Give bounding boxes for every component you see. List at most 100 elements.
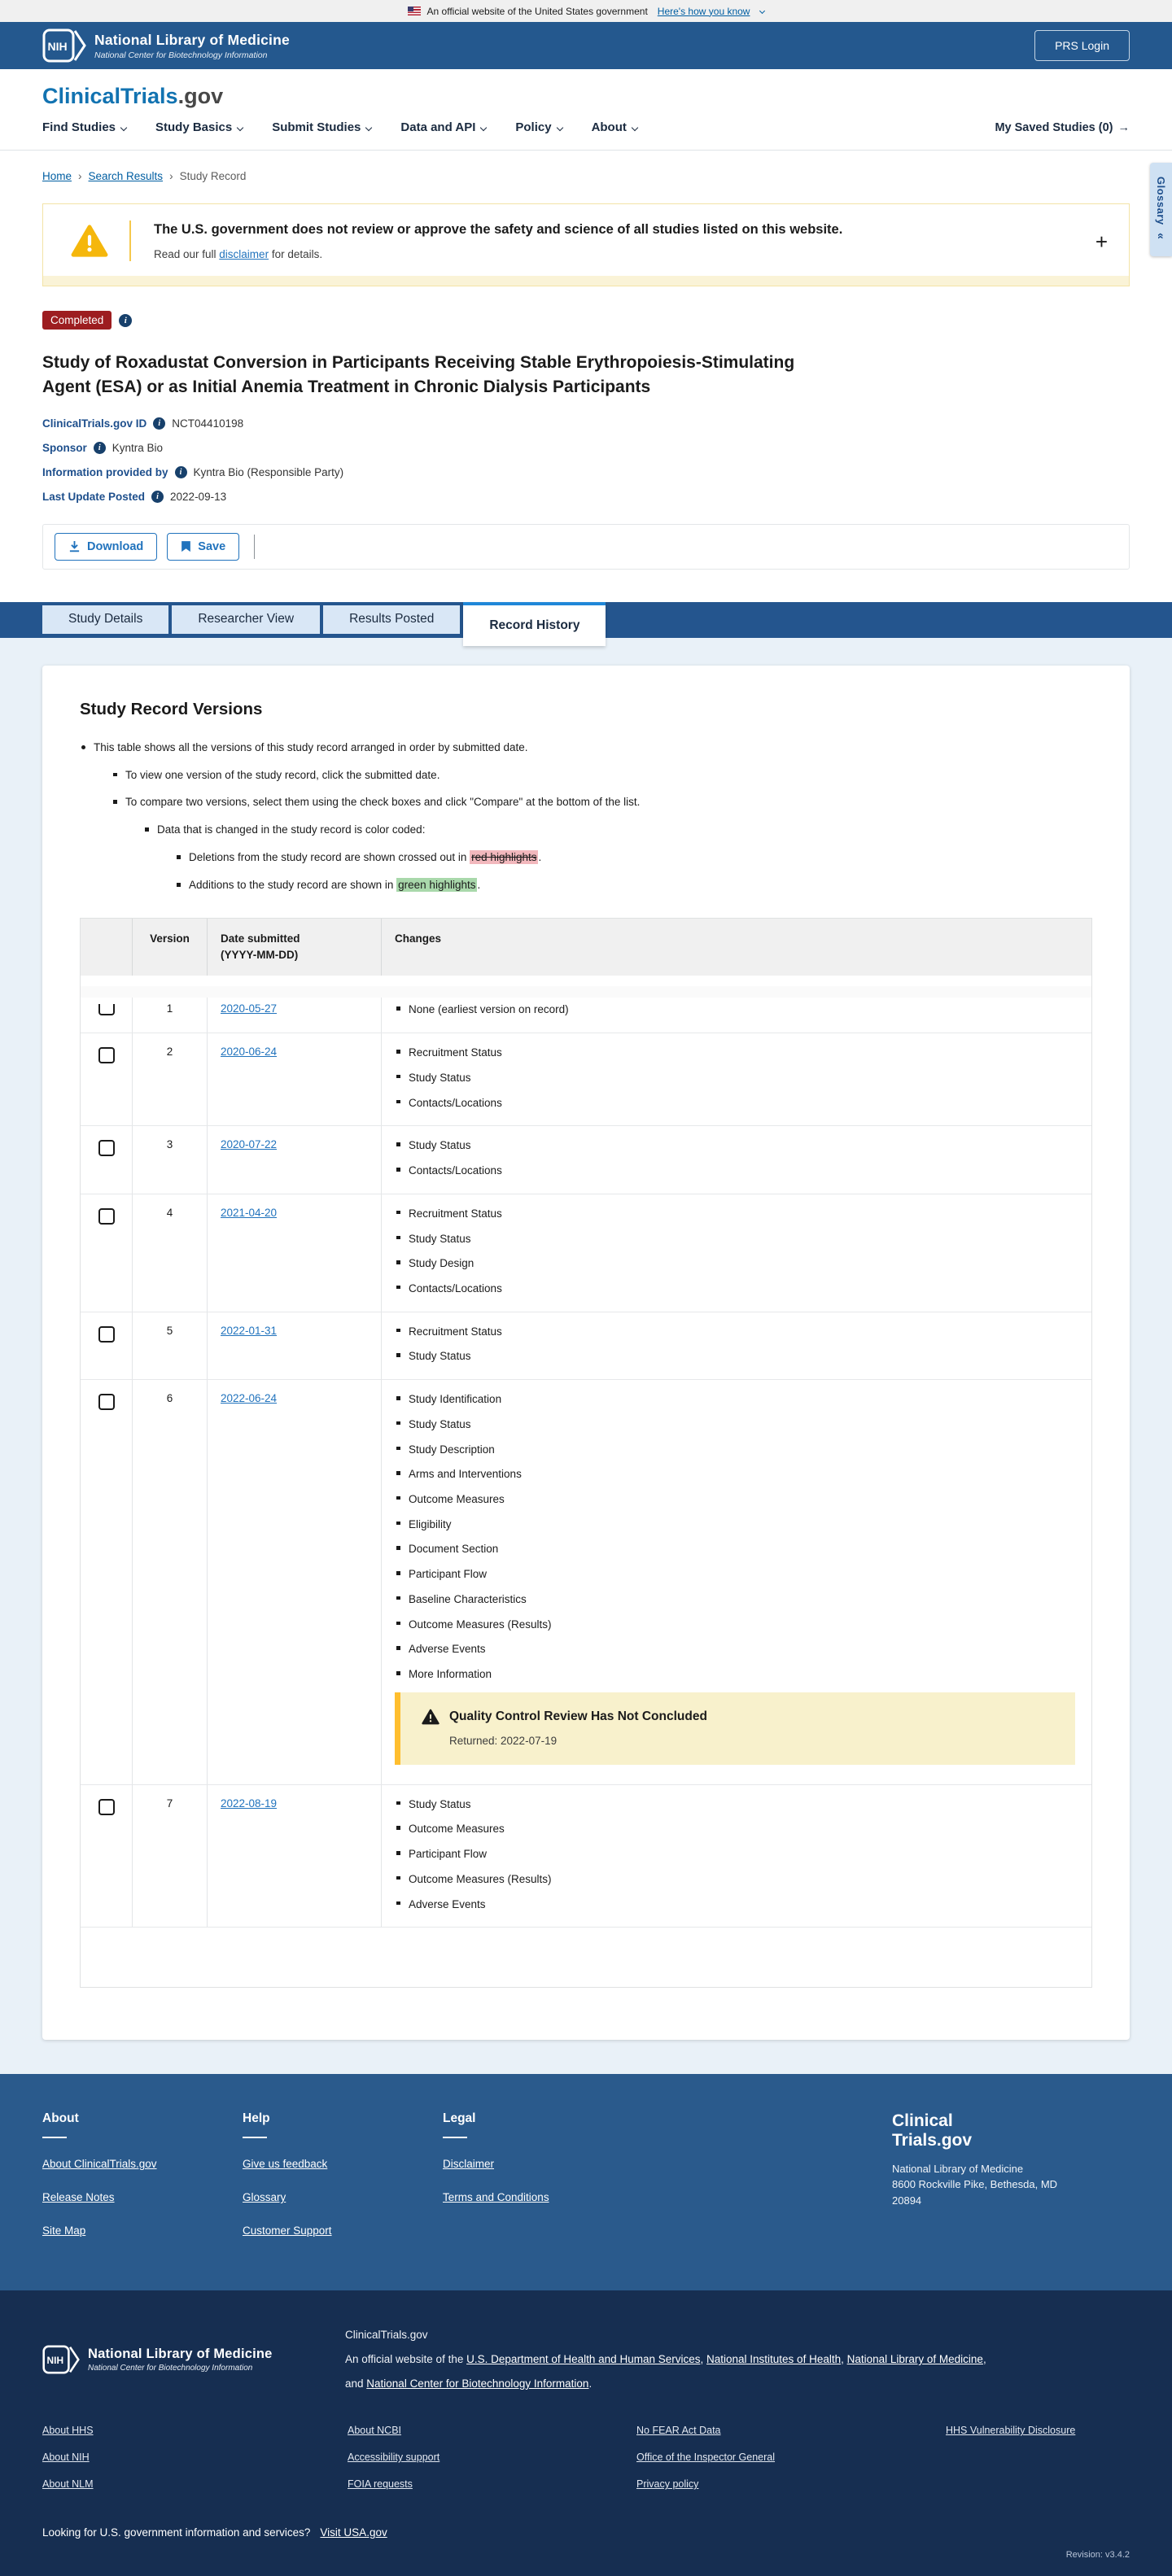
version-1-checkbox[interactable]	[98, 1004, 115, 1016]
info-icon[interactable]: i	[93, 441, 106, 454]
table-empty-row	[81, 1927, 1091, 1987]
info-icon[interactable]: i	[174, 465, 187, 478]
ncbi-link[interactable]: National Center for Biotechnology Inform…	[366, 2377, 588, 2390]
breadcrumb: Home › Search Results › Study Record	[0, 151, 1172, 182]
version-row-3: 3 2020-07-22 Study Status Contacts/Locat…	[81, 1125, 1091, 1194]
about-nih-link[interactable]: About NIH	[42, 2452, 90, 2463]
record-history-panel: Study Record Versions This table shows a…	[0, 637, 1172, 2075]
prs-login-button[interactable]: PRS Login	[1034, 30, 1130, 61]
footer-feedback-link[interactable]: Give us feedback	[243, 2158, 327, 2170]
tab-record-history[interactable]: Record History	[463, 601, 606, 646]
inspector-general-link[interactable]: Office of the Inspector General	[636, 2452, 775, 2463]
version-number: 3	[133, 1126, 208, 1194]
version-2-checkbox[interactable]	[98, 1047, 115, 1064]
download-icon	[69, 541, 80, 552]
disclaimer-link[interactable]: disclaimer	[219, 248, 269, 260]
revision-label: Revision: v3.4.2	[1065, 2550, 1130, 2561]
footer-disclaimer-link[interactable]: Disclaimer	[443, 2158, 494, 2170]
breadcrumb-home[interactable]: Home	[42, 170, 72, 182]
hhs-vulnerability-link[interactable]: HHS Vulnerability Disclosure	[946, 2425, 1075, 2436]
warning-triangle-icon	[422, 1709, 440, 1725]
version-2-date-link[interactable]: 2020-06-24	[221, 1046, 277, 1058]
version-3-checkbox[interactable]	[98, 1140, 115, 1157]
footer-about-column: About About ClinicalTrials.gov Release N…	[42, 2111, 157, 2238]
study-header: Completed i Study of Roxadustat Conversi…	[42, 311, 1130, 503]
tab-study-details[interactable]: Study Details	[42, 605, 169, 634]
about-nlm-link[interactable]: About NLM	[42, 2478, 94, 2490]
my-saved-studies-link[interactable]: My Saved Studies (0) →	[995, 121, 1130, 134]
banner-bottom-strip	[43, 276, 1129, 286]
table-scroll-gap	[81, 976, 1091, 986]
glossary-side-tab[interactable]: Glossary «	[1150, 163, 1172, 256]
version-3-date-link[interactable]: 2020-07-22	[221, 1138, 277, 1150]
nav-study-basics[interactable]: Study Basics	[155, 120, 244, 134]
tab-researcher-view[interactable]: Researcher View	[172, 605, 321, 634]
nih-logo[interactable]: NIH National Library of Medicine Nationa…	[42, 28, 290, 63]
info-icon[interactable]: i	[119, 313, 133, 327]
version-row-6: 6 2022-06-24 Study Identification Study …	[81, 1379, 1091, 1784]
version-6-checkbox[interactable]	[98, 1394, 115, 1411]
download-button[interactable]: Download	[55, 532, 158, 561]
info-icon[interactable]: i	[151, 490, 164, 503]
expand-left-icon: «	[1154, 233, 1168, 240]
footer-terms-link[interactable]: Terms and Conditions	[443, 2191, 549, 2203]
versions-table: Version Date submitted (YYYY-MM-DD) Chan…	[80, 917, 1092, 1989]
footer-release-notes-link[interactable]: Release Notes	[42, 2191, 115, 2203]
visit-usa-gov-link[interactable]: Visit USA.gov	[320, 2526, 387, 2539]
version-1-date-link[interactable]: 2020-05-27	[221, 1002, 277, 1015]
nav-submit-studies[interactable]: Submit Studies	[272, 120, 373, 134]
field-information-provided-by: Information provided by i Kyntra Bio (Re…	[42, 465, 344, 478]
version-7-date-link[interactable]: 2022-08-19	[221, 1797, 277, 1810]
footer-site-map-link[interactable]: Site Map	[42, 2225, 85, 2237]
foia-link[interactable]: FOIA requests	[348, 2478, 413, 2490]
ncbi-subtitle: National Center for Biotechnology Inform…	[94, 50, 268, 60]
version-number: 5	[133, 1312, 208, 1380]
accessibility-link[interactable]: Accessibility support	[348, 2452, 440, 2463]
nav-find-studies[interactable]: Find Studies	[42, 120, 128, 134]
breadcrumb-current: Study Record	[179, 170, 247, 182]
version-5-date-link[interactable]: 2022-01-31	[221, 1325, 277, 1337]
green-highlight-sample: green highlights	[396, 878, 478, 893]
tab-results-posted[interactable]: Results Posted	[323, 605, 461, 634]
about-ncbi-link[interactable]: About NCBI	[348, 2425, 401, 2436]
additions-legend: Additions to the study record are shown …	[175, 878, 1092, 893]
chevron-down-icon	[759, 7, 766, 15]
version-number: 4	[133, 1194, 208, 1312]
clinicaltrials-logo[interactable]: ClinicalTrials.gov	[42, 84, 1130, 109]
version-4-date-link[interactable]: 2021-04-20	[221, 1207, 277, 1219]
footer-glossary-link[interactable]: Glossary	[243, 2191, 286, 2203]
chevron-down-icon	[236, 124, 244, 131]
about-hhs-link[interactable]: About HHS	[42, 2425, 94, 2436]
version-5-checkbox[interactable]	[98, 1325, 115, 1343]
qc-returned-date: Returned: 2022-07-19	[449, 1734, 558, 1747]
disclaimer-heading: The U.S. government does not review or a…	[154, 221, 843, 237]
breadcrumb-separator: ›	[78, 170, 82, 182]
version-4-checkbox[interactable]	[98, 1207, 115, 1225]
field-nct-id: ClinicalTrials.gov ID i NCT04410198	[42, 417, 244, 430]
toolbar-divider	[254, 534, 256, 559]
nav-data-api[interactable]: Data and API	[400, 120, 488, 134]
hhs-link[interactable]: U.S. Department of Health and Human Serv…	[466, 2353, 700, 2365]
nih-link[interactable]: National Institutes of Health	[706, 2353, 841, 2365]
version-6-date-link[interactable]: 2022-06-24	[221, 1392, 277, 1404]
section-title: Study Record Versions	[80, 699, 263, 718]
footer-about-clinicaltrials-link[interactable]: About ClinicalTrials.gov	[42, 2158, 157, 2170]
how-you-know-link[interactable]: Here's how you know	[658, 6, 750, 17]
record-tabs: Study Details Researcher View Results Po…	[0, 601, 1172, 646]
save-button[interactable]: Save	[167, 532, 240, 561]
usa-gov-row: Looking for U.S. government information …	[42, 2526, 387, 2539]
nlm-footer-logo[interactable]: NIH National Library of Medicine Nationa…	[42, 2323, 345, 2395]
info-icon[interactable]: i	[153, 417, 166, 430]
footer-customer-support-link[interactable]: Customer Support	[243, 2225, 332, 2237]
nav-about[interactable]: About	[592, 120, 639, 134]
study-record-versions-card: Study Record Versions This table shows a…	[42, 665, 1130, 2041]
version-row-5: 5 2022-01-31 Recruitment Status Study St…	[81, 1311, 1091, 1380]
nlm-link[interactable]: National Library of Medicine	[847, 2353, 983, 2365]
chevron-down-icon	[631, 124, 639, 131]
expand-banner-button[interactable]: +	[1095, 231, 1108, 252]
privacy-policy-link[interactable]: Privacy policy	[636, 2478, 698, 2490]
breadcrumb-search-results[interactable]: Search Results	[89, 170, 164, 182]
nav-policy[interactable]: Policy	[515, 120, 563, 134]
no-fear-act-link[interactable]: No FEAR Act Data	[636, 2425, 721, 2436]
version-7-checkbox[interactable]	[98, 1798, 115, 1815]
